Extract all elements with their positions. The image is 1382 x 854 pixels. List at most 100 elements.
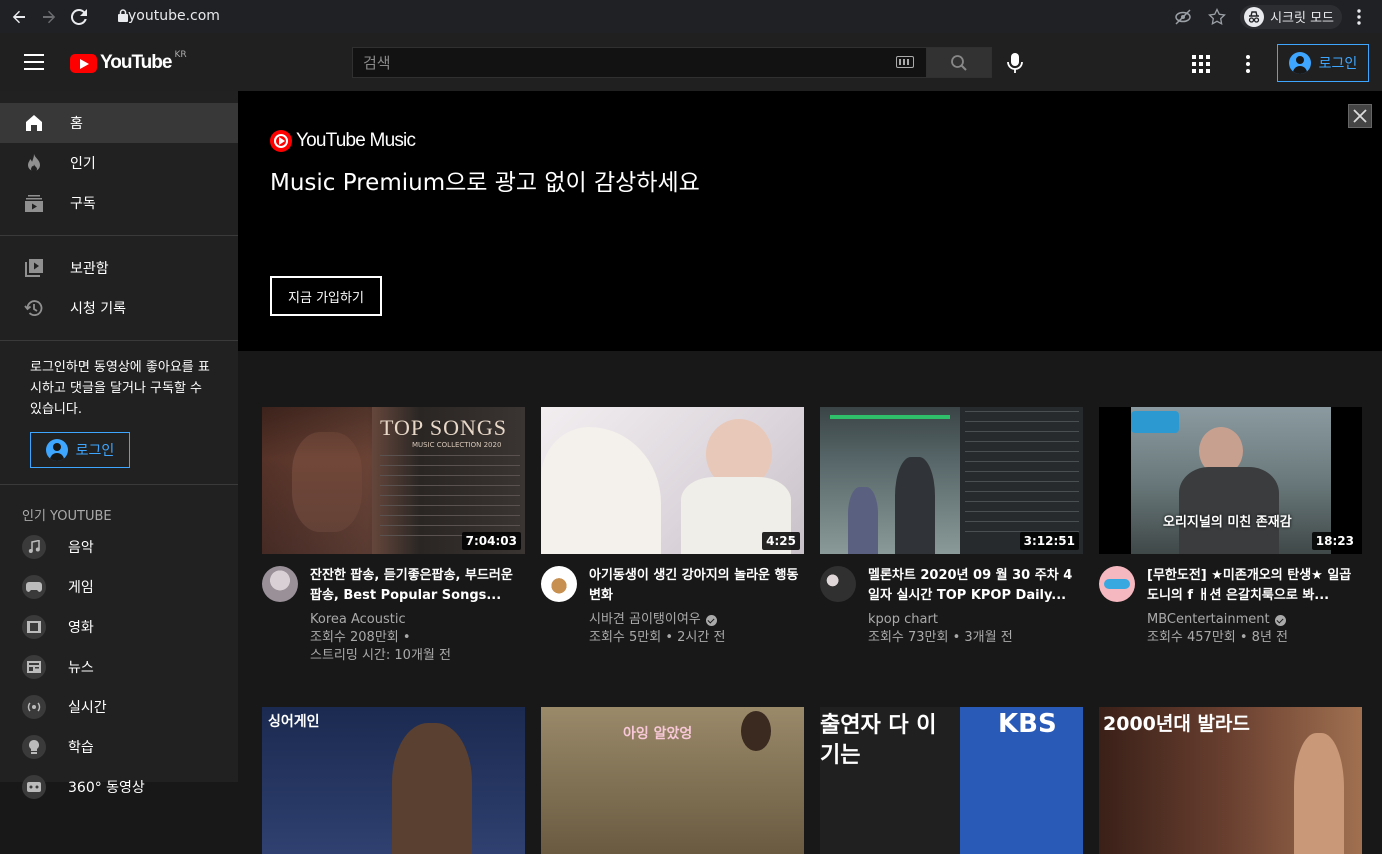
menu-button[interactable] — [24, 54, 44, 70]
sidebar-item-history[interactable]: 시청 기록 — [0, 288, 238, 328]
sidebar-item-label: 시청 기록 — [70, 301, 126, 317]
channel-name[interactable]: kpop chart — [868, 611, 938, 629]
incognito-icon — [1244, 6, 1265, 27]
eye-slash-icon — [1175, 8, 1191, 25]
channel-name[interactable]: Korea Acoustic — [310, 611, 406, 629]
sidebar-item-label: 영화 — [68, 620, 94, 636]
sidebar-item-learning[interactable]: 학습 — [0, 727, 238, 767]
history-icon — [24, 298, 44, 318]
thumbnail-text: 출연자 다 이기는 — [820, 713, 937, 768]
video-thumbnail[interactable]: 싱어게인 — [262, 707, 525, 854]
video-title[interactable]: 멜론차트 2020년 09 월 30 주차 4 일자 실시간 TOP KPOP … — [868, 566, 1078, 606]
reload-icon — [71, 8, 87, 25]
star-icon — [1208, 7, 1226, 25]
channel-name[interactable]: 시바견 곰이탱이여우 — [589, 611, 701, 629]
browser-menu-button[interactable] — [1348, 6, 1370, 28]
channel-avatar[interactable] — [820, 566, 856, 602]
signup-button[interactable]: 지금 가입하기 — [270, 276, 382, 316]
sidebar: 홈 인기 구독 보관함 시청 기록 로그인하면 동영상에 좋아요를 표시하고 댓… — [0, 91, 238, 799]
sidebar-item-360[interactable]: 360° 동영상 — [0, 767, 238, 807]
microphone-icon[interactable] — [1005, 51, 1025, 75]
sidebar-item-subscriptions[interactable]: 구독 — [0, 183, 238, 223]
channel-avatar[interactable] — [262, 566, 298, 602]
keyboard-icon[interactable] — [896, 56, 914, 68]
video-card[interactable]: 4:25 아기동생이 생긴 강아지의 놀라운 행동변화 시바견 곰이탱이여우 조… — [541, 407, 804, 647]
fire-icon — [24, 153, 44, 173]
banner-close-button[interactable] — [1348, 104, 1372, 128]
live-icon — [22, 695, 46, 719]
video-duration: 7:04:03 — [461, 532, 521, 550]
video-card[interactable]: 2000년대 발라드 — [1099, 707, 1362, 854]
video-card[interactable]: 싱어게인 — [262, 707, 525, 854]
close-icon — [1353, 109, 1367, 123]
popular-heading: 인기 YOUTUBE — [22, 508, 112, 524]
sidebar-item-label: 음악 — [68, 540, 94, 556]
sidebar-item-gaming[interactable]: 게임 — [0, 567, 238, 607]
verified-icon — [1274, 614, 1286, 626]
play-logo-icon — [70, 53, 97, 73]
search-button[interactable] — [927, 47, 992, 78]
sidebar-item-label: 인기 — [70, 156, 96, 172]
bookmark-button[interactable] — [1206, 6, 1228, 28]
sidebar-item-movies[interactable]: 영화 — [0, 607, 238, 647]
search-input[interactable] — [352, 47, 927, 78]
forward-button[interactable] — [38, 6, 60, 28]
sidebar-item-library[interactable]: 보관함 — [0, 248, 238, 288]
arrow-right-icon — [43, 10, 56, 23]
channel-avatar[interactable] — [541, 566, 577, 602]
news-icon — [22, 655, 46, 679]
thumbnail-subtext: KBS — [998, 709, 1057, 739]
library-icon — [24, 258, 44, 278]
channel-avatar[interactable] — [1099, 566, 1135, 602]
video-thumbnail[interactable]: 3:12:51 — [820, 407, 1083, 554]
video-thumbnail[interactable]: 출연자 다 이기는 KBS — [820, 707, 1083, 854]
sidebar-item-label: 홈 — [70, 116, 83, 132]
sidebar-item-music[interactable]: 음악 — [0, 527, 238, 567]
main-content: YouTube Music Music Premium으로 광고 없이 감상하세… — [238, 91, 1382, 854]
header-login-label: 로그인 — [1318, 56, 1358, 72]
header-login-button[interactable]: 로그인 — [1277, 44, 1369, 82]
video-stats: 조회수 73만회 • 3개월 전 — [868, 630, 1013, 645]
thumbnail-text: TOP SONGS — [380, 415, 507, 440]
thumbnail-text: 오리지널의 미친 존재감 — [1163, 515, 1292, 530]
thumbnail-subtext: MUSIC COLLECTION 2020 — [412, 441, 502, 449]
video-stats: 스트리밍 시간: 10개월 전 — [310, 648, 451, 663]
sidebar-item-label: 보관함 — [70, 261, 109, 277]
video-title[interactable]: 잔잔한 팝송, 듣기좋은팝송, 부드러운 팝송, Best Popular So… — [310, 566, 520, 606]
sidebar-item-home[interactable]: 홈 — [0, 103, 238, 143]
back-button[interactable] — [8, 6, 30, 28]
gaming-icon — [22, 575, 46, 599]
sidebar-item-trending[interactable]: 인기 — [0, 143, 238, 183]
more-vertical-icon — [1357, 8, 1361, 25]
video-thumbnail[interactable]: 2000년대 발라드 — [1099, 707, 1362, 854]
video-title[interactable]: 아기동생이 생긴 강아지의 놀라운 행동변화 — [589, 566, 799, 606]
video-duration: 18:23 — [1311, 532, 1358, 550]
tracking-protection-button[interactable] — [1172, 6, 1194, 28]
video-card[interactable]: TOP SONGS MUSIC COLLECTION 2020 7:04:03 … — [262, 407, 525, 665]
video-thumbnail[interactable]: 4:25 — [541, 407, 804, 554]
sidebar-item-news[interactable]: 뉴스 — [0, 647, 238, 687]
video-card[interactable]: 출연자 다 이기는 KBS — [820, 707, 1083, 854]
banner-title: Music Premium으로 광고 없이 감상하세요 — [270, 170, 700, 196]
sidebar-item-live[interactable]: 실시간 — [0, 687, 238, 727]
video-title[interactable]: [무한도전] ★미존개오의 탄생★ 일곱 도니의 f ㅐ션 은갈치룩으로 봐..… — [1147, 566, 1357, 606]
divider — [0, 235, 238, 236]
address-bar[interactable]: youtube.com — [106, 3, 1252, 29]
video-stats: 조회수 208만회 • — [310, 630, 411, 645]
apps-grid-icon[interactable] — [1192, 55, 1210, 73]
settings-more-icon[interactable] — [1246, 55, 1250, 73]
sidebar-login-button[interactable]: 로그인 — [30, 432, 130, 468]
video-card[interactable]: 3:12:51 멜론차트 2020년 09 월 30 주차 4 일자 실시간 T… — [820, 407, 1083, 647]
verified-icon — [705, 614, 717, 626]
reload-button[interactable] — [68, 6, 90, 28]
video-thumbnail[interactable]: 아잉 알았엉 — [541, 707, 804, 854]
channel-name[interactable]: MBCentertainment — [1147, 611, 1270, 629]
video-card[interactable]: 오리지널의 미친 존재감 18:23 [무한도전] ★미존개오의 탄생★ 일곱 … — [1099, 407, 1362, 647]
incognito-indicator[interactable]: 시크릿 모드 — [1240, 4, 1342, 29]
video-thumbnail[interactable]: 오리지널의 미친 존재감 18:23 — [1099, 407, 1362, 554]
video-card[interactable]: 아잉 알았엉 — [541, 707, 804, 854]
youtube-logo[interactable]: YouTube KR — [70, 50, 187, 74]
logo-text: YouTube — [100, 52, 172, 73]
video-thumbnail[interactable]: TOP SONGS MUSIC COLLECTION 2020 7:04:03 — [262, 407, 525, 554]
youtube-music-logo: YouTube Music — [270, 130, 416, 152]
